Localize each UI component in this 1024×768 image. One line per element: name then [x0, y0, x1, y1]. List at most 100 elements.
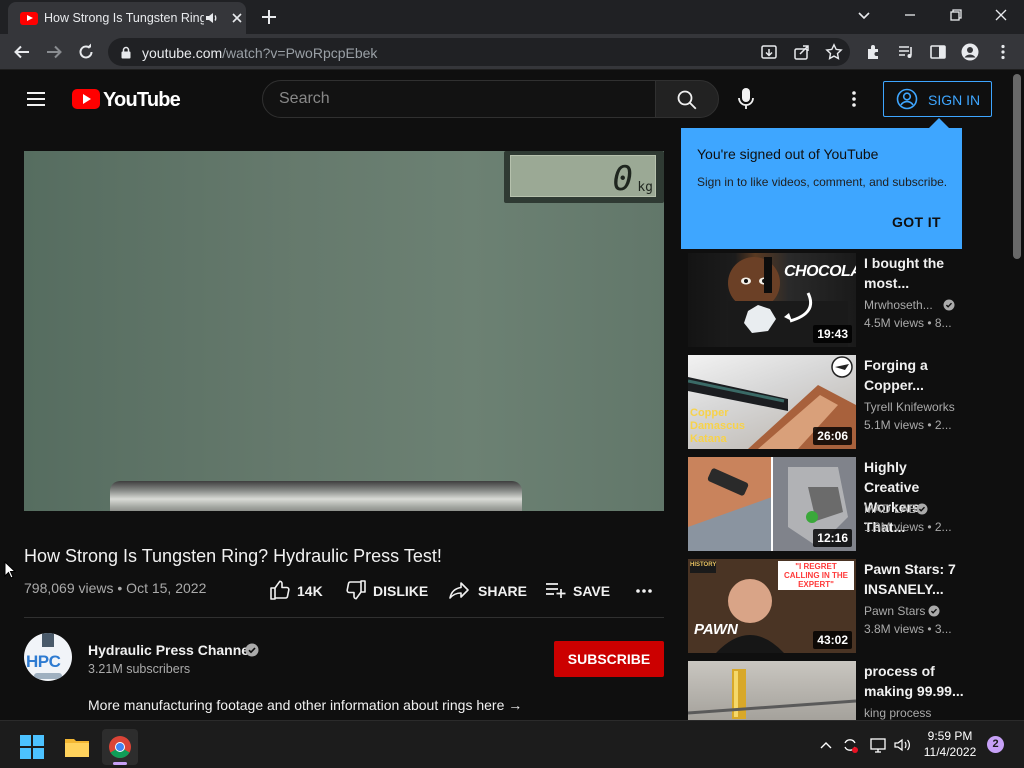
url-path: /watch?v=PwoRpcpEbek — [222, 45, 378, 61]
back-arrow-icon[interactable] — [13, 43, 31, 61]
more-horizontal-icon — [636, 589, 652, 593]
minimize-icon[interactable] — [902, 7, 918, 23]
video-title: How Strong Is Tungsten Ring? Hydraulic P… — [24, 546, 442, 566]
extensions-icon[interactable] — [865, 43, 883, 61]
recommendation-item[interactable]: CHOCOLATE 19:43 I bought the most... Mrw… — [688, 253, 968, 347]
browser-tab[interactable]: How Strong Is Tungsten Ring? Hydraulic P… — [8, 2, 246, 34]
windows-taskbar — [0, 720, 1024, 768]
recommendation-title[interactable]: process of making 99.99... — [864, 661, 964, 701]
recommendation-views: 3.8M views • 3... — [864, 622, 952, 636]
restore-icon[interactable] — [948, 7, 964, 23]
recommendation-item[interactable]: process of making 99.99... king process — [688, 661, 968, 720]
youtube-favicon-icon — [20, 12, 38, 25]
video-thumbnail[interactable]: HISTORY "I REGRET CALLING IN THE EXPERT"… — [688, 559, 856, 653]
like-count: 14K — [297, 583, 323, 599]
recommendation-title[interactable]: Pawn Stars: 7 INSANELY... — [864, 559, 964, 599]
profile-avatar-icon[interactable] — [961, 43, 979, 61]
page-scrollbar[interactable] — [1010, 71, 1024, 720]
browser-toolbar: youtube.com/watch?v=PwoRpcpEbek — [0, 34, 1024, 70]
network-icon[interactable] — [868, 735, 888, 755]
thumbs-down-icon — [346, 580, 366, 600]
lock-icon[interactable] — [120, 46, 132, 59]
clock-date[interactable]: 11/4/2022 — [920, 745, 980, 759]
url-host: youtube.com — [142, 45, 223, 61]
search-icon — [677, 90, 697, 110]
chrome-taskbar-icon[interactable] — [102, 729, 138, 765]
video-description[interactable]: More manufacturing footage and other inf… — [88, 697, 522, 713]
youtube-header: YouTube Search SIGN IN — [0, 71, 1010, 127]
got-it-button[interactable]: GOT IT — [892, 214, 941, 230]
signed-out-popup: You're signed out of YouTube Sign in to … — [681, 118, 962, 249]
recommendation-item[interactable]: 12:16 Highly Creative Workers That... MA… — [688, 457, 968, 551]
subscribe-button[interactable]: SUBSCRIBE — [554, 641, 664, 677]
new-tab-icon[interactable] — [260, 8, 278, 26]
sign-in-button[interactable]: SIGN IN — [883, 81, 992, 117]
recommendation-views: 1.9M views • 2... — [864, 520, 952, 534]
tab-title: How Strong Is Tungsten Ring? Hydraulic P… — [44, 11, 204, 25]
bookmark-star-icon[interactable] — [825, 43, 843, 61]
windows-start-icon[interactable] — [14, 729, 50, 765]
verified-check-icon — [245, 643, 259, 657]
subscriber-count: 3.21M subscribers — [88, 662, 191, 676]
clock-time[interactable]: 9:59 PM — [922, 729, 978, 743]
mouse-cursor-icon — [4, 561, 16, 579]
voice-search-mic-icon[interactable] — [736, 87, 756, 111]
tab-close-icon[interactable] — [230, 11, 244, 25]
recommendation-title[interactable]: Forging a Copper... — [864, 355, 964, 395]
video-frame — [24, 151, 664, 511]
settings-kebab-icon[interactable] — [850, 90, 858, 108]
search-input[interactable]: Search — [262, 80, 656, 118]
video-duration: 19:43 — [813, 325, 852, 343]
recommendation-channel: king process — [864, 706, 932, 720]
forward-arrow-icon[interactable] — [45, 43, 63, 61]
volume-icon[interactable] — [892, 735, 912, 755]
show-hidden-icons-chevron-icon[interactable] — [816, 735, 836, 755]
recommendation-title[interactable]: I bought the most... — [864, 253, 964, 293]
menu-hamburger-icon[interactable] — [26, 91, 46, 107]
address-bar[interactable]: youtube.com/watch?v=PwoRpcpEbek — [108, 38, 850, 66]
share-arrow-icon — [449, 582, 469, 599]
video-thumbnail[interactable]: Copper Damascus Katana 26:06 — [688, 355, 856, 449]
tab-search-icon[interactable] — [856, 7, 872, 23]
thumbnail-overlay-text: CHOCOLATE — [784, 263, 856, 280]
channel-avatar-text: HPC — [26, 652, 61, 671]
video-thumbnail[interactable] — [688, 661, 856, 720]
recommendation-views: 5.1M views • 2... — [864, 418, 952, 432]
channel-name[interactable]: Hydraulic Press Channel — [88, 642, 253, 658]
video-player[interactable]: 0 kg — [24, 151, 664, 511]
close-window-icon[interactable] — [993, 7, 1009, 23]
recommendation-channel: MAD LAB — [864, 502, 917, 516]
notification-badge[interactable]: 2 — [987, 736, 1004, 753]
press-plate — [110, 481, 522, 511]
scrollbar-thumb[interactable] — [1013, 74, 1021, 259]
search-button[interactable] — [655, 80, 719, 118]
dislike-label: DISLIKE — [373, 583, 429, 599]
install-app-icon[interactable] — [760, 43, 778, 61]
youtube-logo-text: YouTube — [103, 89, 181, 111]
divider — [24, 617, 664, 618]
save-label: SAVE — [573, 583, 611, 599]
chrome-menu-icon[interactable] — [994, 43, 1012, 61]
share-page-icon[interactable] — [793, 43, 811, 61]
recommendation-item[interactable]: HISTORY "I REGRET CALLING IN THE EXPERT"… — [688, 559, 968, 653]
tab-audio-icon[interactable] — [205, 11, 219, 25]
popup-body: Sign in to like videos, comment, and sub… — [697, 175, 948, 189]
scale-lcd: 0 kg — [510, 155, 656, 199]
video-duration: 12:16 — [813, 529, 852, 547]
popup-heading: You're signed out of YouTube — [697, 146, 879, 162]
reload-icon[interactable] — [77, 43, 95, 61]
playlist-add-icon — [546, 583, 566, 598]
recommendation-channel: Tyrell Knifeworks — [864, 400, 955, 414]
recommendation-item[interactable]: Copper Damascus Katana 26:06 Forging a C… — [688, 355, 968, 449]
side-panel-icon[interactable] — [929, 43, 947, 61]
file-explorer-icon[interactable] — [59, 729, 95, 765]
sync-status-icon[interactable] — [840, 735, 860, 755]
media-controls-icon[interactable] — [897, 43, 915, 61]
sign-in-label: SIGN IN — [928, 92, 981, 108]
video-thumbnail[interactable]: 12:16 — [688, 457, 856, 551]
channel-avatar[interactable]: HPC — [24, 633, 72, 681]
scale-reading: 0 — [612, 159, 633, 199]
account-circle-icon — [896, 88, 918, 110]
scale-unit: kg — [637, 180, 653, 195]
video-thumbnail[interactable]: CHOCOLATE 19:43 — [688, 253, 856, 347]
